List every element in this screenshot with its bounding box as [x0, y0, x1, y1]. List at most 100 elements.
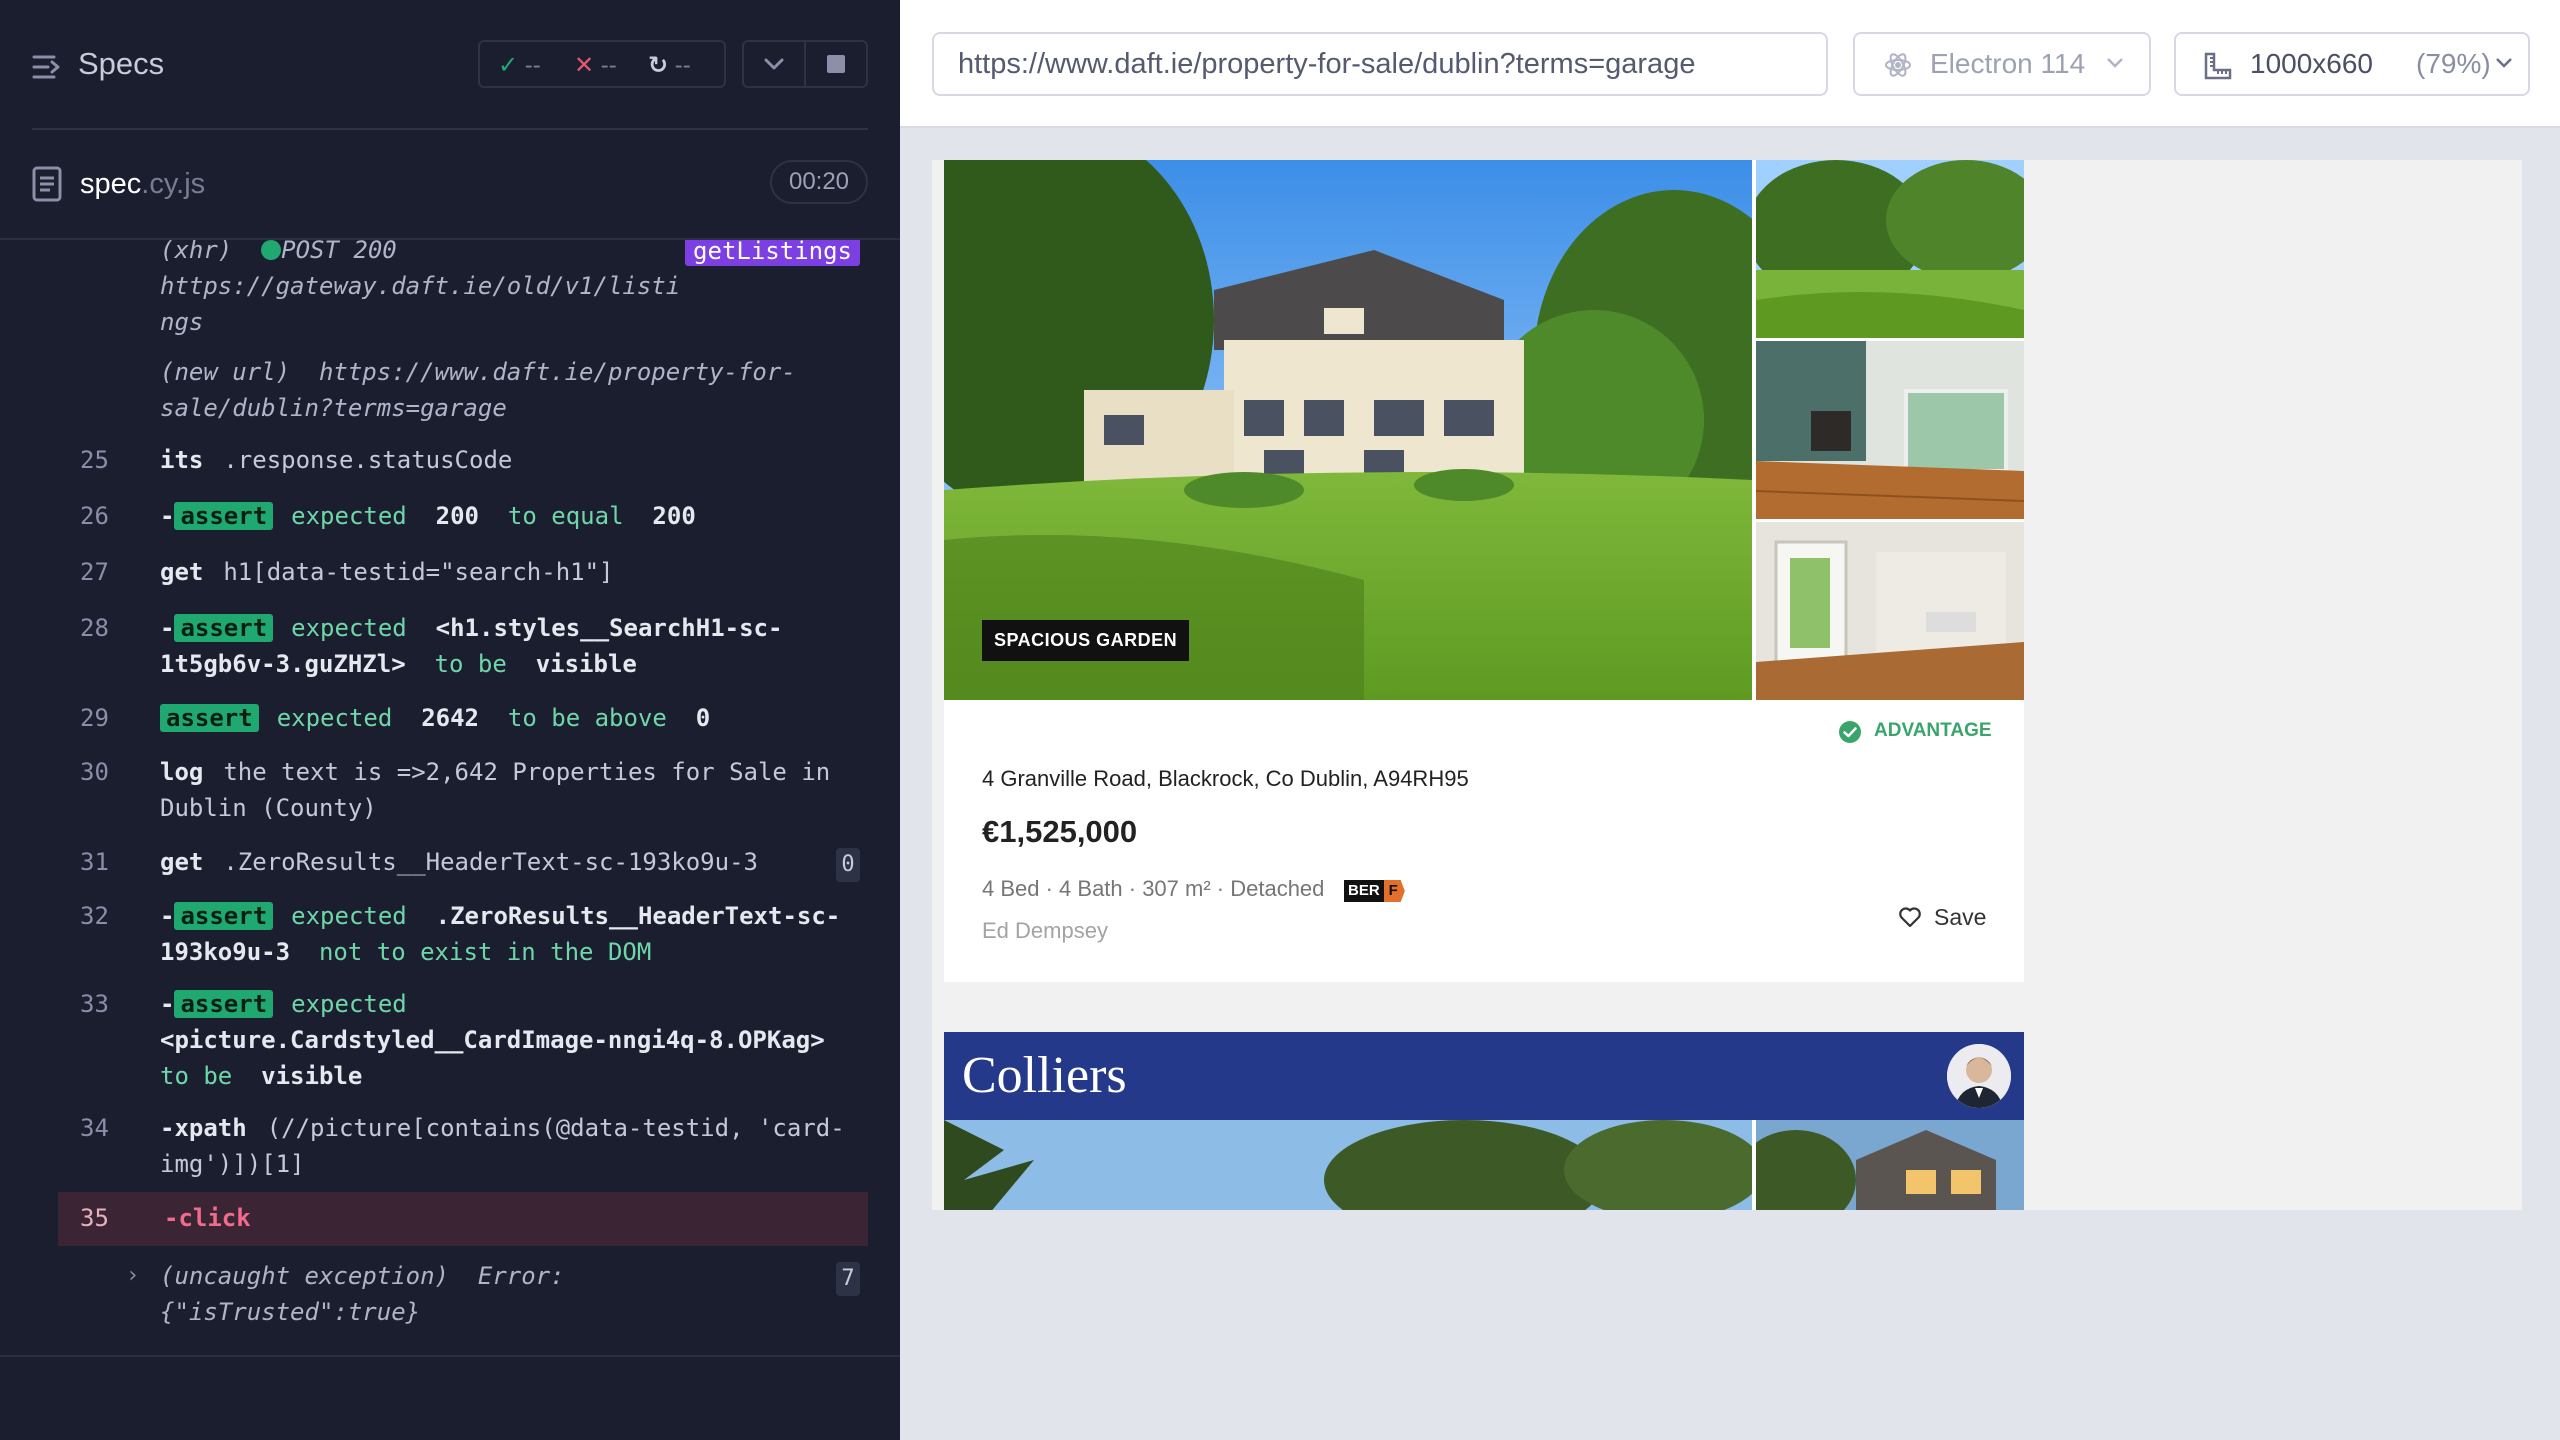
aut-iframe: SPACIOUS GARDEN ADVANTAGE 4 Granville Ro…: [932, 160, 2522, 1210]
command-35-failed[interactable]: 35 -click: [58, 1192, 868, 1246]
command-26[interactable]: 26 - assert expected 200 to equal 200: [58, 498, 868, 538]
command-31[interactable]: 31 get .ZeroResults__HeaderText-sc-193ko9…: [58, 844, 868, 884]
chevron-right-icon[interactable]: ›: [126, 1258, 139, 1294]
browser-selector[interactable]: Electron 114: [1853, 32, 2151, 96]
log-bottom-divider: [0, 1355, 900, 1357]
assert-expected: 0: [695, 704, 711, 732]
exception-count-badge: 7: [836, 1262, 860, 1296]
listing-address[interactable]: 4 Granville Road, Blackrock, Co Dublin, …: [982, 766, 1469, 792]
command-32[interactable]: 32 - assert expected .ZeroResults__HeaderT…: [58, 898, 868, 974]
command-new-url[interactable]: (new url) https://www.daft.ie/property-f…: [58, 354, 868, 430]
line-number: 27: [80, 558, 109, 586]
new-url-label: (new url): [160, 358, 291, 386]
assert-subject: .ZeroResults__HeaderText-sc-: [435, 902, 841, 930]
listing-card-featured[interactable]: Colliers: [944, 1032, 2024, 1210]
assert-expected: visible: [535, 650, 637, 678]
assert-actual: 2642: [421, 704, 479, 732]
agent-photo: [1947, 1044, 2011, 1108]
chevron-down-icon: [764, 58, 784, 70]
command-uncaught-exception[interactable]: › (uncaught exception) Error: {"isTruste…: [58, 1258, 868, 1334]
stop-button[interactable]: [804, 40, 868, 88]
listing-thumb[interactable]: [1756, 1120, 2024, 1210]
ruler-icon: [2204, 52, 2232, 80]
photo-caption-tag: SPACIOUS GARDEN: [982, 620, 1190, 661]
specs-title[interactable]: Specs: [78, 46, 164, 82]
line-number: 32: [80, 902, 109, 930]
electron-icon: [1885, 53, 1911, 77]
listing-thumb-garden[interactable]: [1756, 160, 2024, 338]
assert-pill: assert: [174, 502, 274, 530]
property-exterior-photo: [944, 1120, 1752, 1210]
command-25[interactable]: 25 its .response.statusCode: [58, 442, 868, 482]
house-garden-photo: [944, 160, 1752, 700]
listing-main-photo[interactable]: [944, 1120, 1752, 1210]
listing-thumb-hallway[interactable]: [1756, 522, 2024, 700]
viewport-selector[interactable]: 1000x660 (79%): [2174, 32, 2530, 96]
assert-subject-cont: 1t5gb6v-3.guZHZl>: [160, 650, 406, 678]
spec-duration: 00:20: [770, 160, 868, 204]
command-name: log: [160, 758, 204, 786]
listing-card[interactable]: SPACIOUS GARDEN ADVANTAGE 4 Granville Ro…: [944, 160, 2024, 982]
advantage-badge: ADVANTAGE: [1874, 720, 1992, 741]
save-button[interactable]: Save: [1898, 904, 1986, 931]
ber-rating: F: [1383, 880, 1405, 902]
failed-count: --: [600, 52, 617, 79]
listing-meta: 4 Bed · 4 Bath · 307 m² · Detached: [982, 876, 1325, 901]
command-30[interactable]: 30 log the text is =>2,642 Properties for…: [58, 754, 868, 830]
command-xhr[interactable]: (xhr) POST 200 https://gateway.daft.ie/o…: [58, 240, 868, 336]
line-number: 34: [80, 1114, 109, 1142]
assert-word: expected: [291, 902, 407, 930]
command-name: -xpath: [160, 1114, 247, 1142]
command-list: (xhr) POST 200 https://gateway.daft.ie/o…: [58, 240, 868, 1335]
command-29[interactable]: 29 assert expected 2642 to be above 0: [58, 700, 868, 740]
xpath-line-2: img')])[1]: [160, 1150, 305, 1178]
listing-thumb-living-room[interactable]: [1756, 341, 2024, 519]
agent-avatar: [1947, 1044, 2011, 1108]
chevron-down-icon: [2496, 58, 2512, 68]
command-log-panel: Specs ✓ -- ✕ -- ↻ -- spec.cy.js 00:20 (x…: [0, 0, 900, 1440]
agency-logo: Colliers: [962, 1047, 1127, 1104]
line-number: 26: [80, 502, 109, 530]
spec-extension: .cy.js: [141, 168, 206, 200]
living-room-photo: [1756, 341, 2024, 519]
test-stats: ✓ -- ✕ -- ↻ --: [478, 40, 726, 88]
status-dot-icon: [261, 240, 282, 260]
xhr-url-line-2: ngs: [160, 308, 204, 336]
line-number: 30: [80, 758, 109, 786]
garden-photo: [1756, 160, 2024, 338]
header-divider: [32, 128, 868, 130]
exception-type: Error:: [477, 1262, 565, 1290]
command-message: .ZeroResults__HeaderText-sc-193ko9u-3: [223, 848, 758, 876]
new-url-body: (new url) https://www.daft.ie/property-f…: [160, 354, 858, 426]
command-28[interactable]: 28 - assert expected <h1.styles__SearchH1-…: [58, 610, 868, 686]
failed-stat: ✕ --: [574, 51, 617, 80]
line-number: 29: [80, 704, 109, 732]
listing-price: €1,525,000: [982, 814, 1138, 849]
house-exterior-photo: [1756, 1120, 2024, 1210]
app-under-test-panel: https://www.daft.ie/property-for-sale/du…: [900, 0, 2560, 1440]
check-icon: ✓: [498, 52, 519, 79]
listing-main-photo[interactable]: SPACIOUS GARDEN: [944, 160, 1752, 700]
xpath-line-1: (//picture[contains(@data-testid, 'card-: [266, 1114, 845, 1142]
command-27[interactable]: 27 get h1[data-testid="search-h1"]: [58, 554, 868, 594]
exception-message: {"isTrusted":true}: [160, 1298, 421, 1326]
passed-stat: ✓ --: [498, 51, 541, 80]
specs-menu-icon[interactable]: [32, 52, 62, 82]
command-33[interactable]: 33 - assert expected <picture.Cardstyled__…: [58, 986, 868, 1098]
browser-label: Electron 114: [1930, 48, 2086, 79]
route-alias-badge: getListings: [685, 240, 860, 266]
assert-expected: 200: [652, 502, 696, 530]
viewport-zoom: (79%): [2416, 48, 2491, 79]
url-field[interactable]: https://www.daft.ie/property-for-sale/du…: [932, 32, 1828, 96]
command-34[interactable]: 34 -xpath (//picture[contains(@data-testi…: [58, 1110, 868, 1186]
auto-scroll-toggle-button[interactable]: [742, 40, 806, 88]
assert-pill: assert: [174, 902, 274, 930]
check-circle-icon: [1839, 721, 1861, 743]
assert-op: to be: [160, 1062, 233, 1090]
passed-count: --: [524, 52, 541, 79]
assert-subject: <picture.Cardstyled__CardImage-nngi4q-8.…: [160, 1026, 825, 1054]
assert-word: expected: [291, 502, 407, 530]
line-number: 28: [80, 614, 109, 642]
assert-pill: assert: [160, 704, 259, 732]
line-number: 25: [80, 446, 109, 474]
